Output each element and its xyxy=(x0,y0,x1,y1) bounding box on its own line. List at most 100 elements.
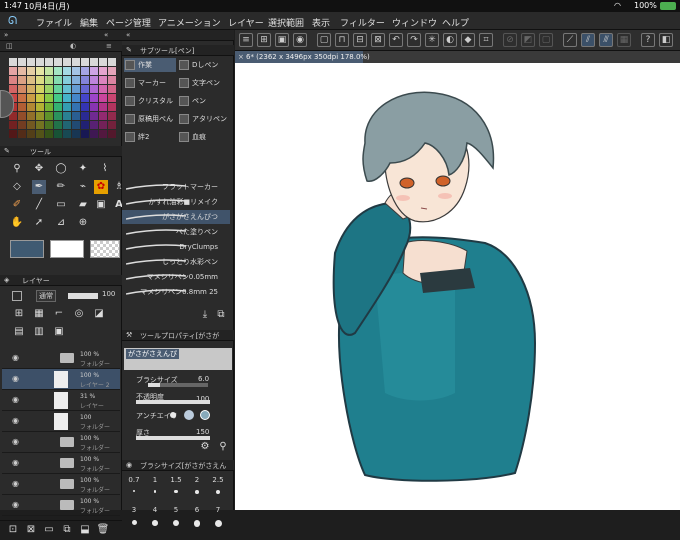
new-folder-icon[interactable]: ▭ xyxy=(42,523,56,537)
merge-icon[interactable]: ⬓ xyxy=(78,523,92,537)
brush-icon[interactable]: ⌁ xyxy=(76,180,90,194)
layer-folder-icon[interactable]: ▥ xyxy=(32,325,46,339)
color-swatch[interactable] xyxy=(45,94,53,102)
eye-icon[interactable]: ◉ xyxy=(12,501,20,509)
export-icon[interactable]: ⊟ xyxy=(353,33,367,47)
color-swatch[interactable] xyxy=(81,58,89,66)
mid-collapse-icon[interactable]: « xyxy=(126,31,130,39)
subtool-group-item[interactable]: クリスタル xyxy=(124,94,176,108)
color-swatch[interactable] xyxy=(81,103,89,111)
color-swatch[interactable] xyxy=(45,112,53,120)
drawing-canvas[interactable] xyxy=(235,63,680,510)
color-swatch[interactable] xyxy=(90,112,98,120)
clip-icon[interactable]: ⌐ xyxy=(52,307,66,321)
clear-icon[interactable]: ◐ xyxy=(443,33,457,47)
gradient-icon[interactable]: ▣ xyxy=(94,198,108,212)
subtool-group-item[interactable]: 絆2 xyxy=(124,130,176,144)
subtool-group-item[interactable]: アタリペン xyxy=(178,112,230,126)
eye-icon[interactable]: ◉ xyxy=(12,459,20,467)
blend-mode-select[interactable]: 通常 xyxy=(36,290,56,302)
eye-icon[interactable]: ◉ xyxy=(12,396,20,404)
color-swatch[interactable] xyxy=(99,112,107,120)
lasso-icon[interactable]: ◯ xyxy=(54,162,68,176)
view-icon[interactable]: ▣ xyxy=(275,33,289,47)
reference-icon[interactable]: ◎ xyxy=(72,307,86,321)
color-swatch[interactable] xyxy=(45,58,53,66)
color-swatch[interactable] xyxy=(54,76,62,84)
menu-edit[interactable]: 編集 xyxy=(80,16,98,29)
sub-color-swatch[interactable] xyxy=(50,240,84,258)
color-swatch[interactable] xyxy=(27,85,35,93)
color-swatch[interactable] xyxy=(81,112,89,120)
fill-pen-icon[interactable]: ✐ xyxy=(10,198,24,212)
color-swatch[interactable] xyxy=(45,85,53,93)
color-swatch[interactable] xyxy=(27,94,35,102)
snap-icon[interactable]: ⟋ xyxy=(563,33,577,47)
color-swatch[interactable] xyxy=(45,67,53,75)
move-icon[interactable]: ✥ xyxy=(32,162,46,176)
color-swatch[interactable] xyxy=(99,58,107,66)
layer-mask-icon[interactable]: ▤ xyxy=(12,325,26,339)
color-swatch[interactable] xyxy=(81,94,89,102)
mask-icon[interactable]: ◪ xyxy=(92,307,106,321)
layer-row[interactable]: ◉ 100 % フォルダー xyxy=(2,495,120,516)
color-swatch[interactable] xyxy=(90,67,98,75)
color-swatch[interactable] xyxy=(90,121,98,129)
deselect-icon[interactable]: ⊘ xyxy=(503,33,517,47)
brush-size-slider[interactable] xyxy=(148,383,208,387)
color-swatch[interactable] xyxy=(108,112,116,120)
color-swatch[interactable] xyxy=(72,76,80,84)
eraser-icon[interactable]: ◇ xyxy=(10,180,24,194)
brush-item[interactable]: マメシリペン0.05mm xyxy=(122,270,230,284)
color-swatch[interactable] xyxy=(81,67,89,75)
color-swatch[interactable] xyxy=(36,76,44,84)
invert-selection-icon[interactable]: ◩ xyxy=(521,33,535,47)
settings-icon[interactable]: ⚙ xyxy=(198,440,212,454)
zoom-tool-icon[interactable]: ⊕ xyxy=(76,216,90,230)
color-set-grid[interactable] xyxy=(9,58,117,142)
redo-icon[interactable]: ↷ xyxy=(407,33,421,47)
color-swatch[interactable] xyxy=(72,94,80,102)
brush-size-cell[interactable]: 1.5 xyxy=(168,476,184,494)
color-swatch[interactable] xyxy=(108,67,116,75)
color-swatch[interactable] xyxy=(81,76,89,84)
color-swatch[interactable] xyxy=(63,121,71,129)
select-arrow-icon[interactable]: ➚ xyxy=(32,216,46,230)
color-swatch[interactable] xyxy=(54,130,62,138)
subtool-group-item[interactable]: ペン xyxy=(178,94,230,108)
download-icon[interactable]: ⤓ xyxy=(198,308,212,322)
ruler-icon[interactable]: ⊿ xyxy=(54,216,68,230)
color-swatch[interactable] xyxy=(99,85,107,93)
color-swatch[interactable] xyxy=(36,121,44,129)
color-swatch[interactable] xyxy=(36,130,44,138)
magic-wand-icon[interactable]: ✦ xyxy=(76,162,90,176)
color-swatch[interactable] xyxy=(108,94,116,102)
fill-icon[interactable]: ▰ xyxy=(76,198,90,212)
thickness-value[interactable]: 150 xyxy=(196,428,209,436)
eye-icon[interactable]: ◉ xyxy=(12,417,20,425)
canvas-tab[interactable]: × 6* (2362 x 3496px 350dpi 178.0%) xyxy=(235,51,680,63)
fill-icon[interactable]: ◆ xyxy=(461,33,475,47)
color-swatch[interactable] xyxy=(36,112,44,120)
color-swatch[interactable] xyxy=(54,112,62,120)
color-swatch[interactable] xyxy=(90,94,98,102)
brush-item[interactable]: マメシリペン0.8mm 25 xyxy=(122,285,230,299)
brush-size-cell[interactable]: 6 xyxy=(189,506,205,527)
menu-page[interactable]: ページ管理 xyxy=(106,16,151,29)
brush-size-cell[interactable]: 3 xyxy=(126,506,142,525)
color-swatch[interactable] xyxy=(99,94,107,102)
subtool-group-item[interactable]: マーカー xyxy=(124,76,176,90)
hand-icon[interactable]: ✋ xyxy=(10,216,24,230)
color-swatch[interactable] xyxy=(99,121,107,129)
color-swatch[interactable] xyxy=(72,85,80,93)
color-swatch[interactable] xyxy=(45,76,53,84)
panel-collapse-bar[interactable]: » « xyxy=(0,30,122,41)
color-swatch[interactable] xyxy=(18,58,26,66)
subtool-group-item[interactable]: 血痕 xyxy=(178,130,230,144)
color-swatch[interactable] xyxy=(54,103,62,111)
lock-transparent-icon[interactable]: ▦ xyxy=(32,307,46,321)
color-swatch[interactable] xyxy=(81,121,89,129)
color-swatch[interactable] xyxy=(63,103,71,111)
color-tab-icon[interactable]: ◐ xyxy=(70,42,76,50)
color-swatch[interactable] xyxy=(54,121,62,129)
